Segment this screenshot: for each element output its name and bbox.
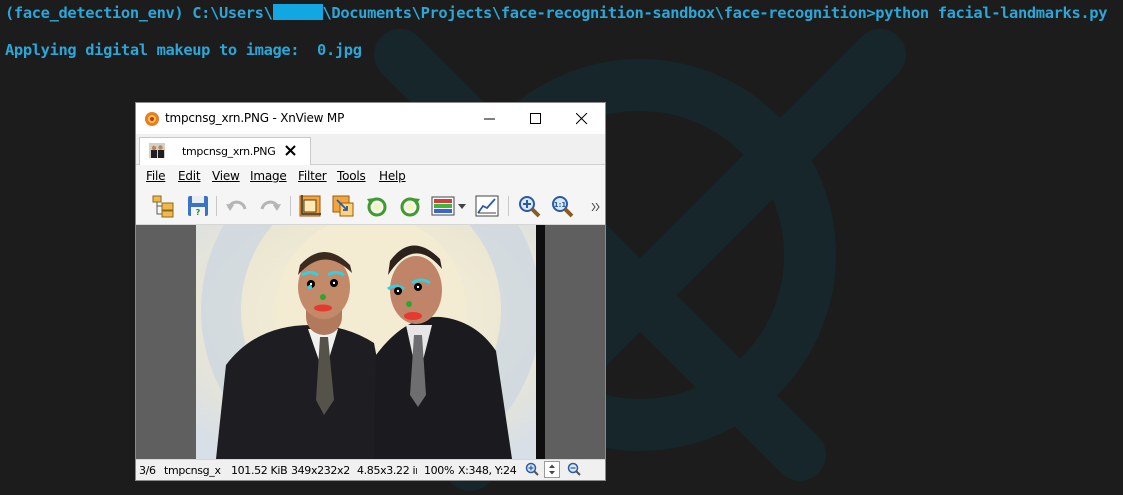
title-bar[interactable]: tmpcnsg_xrn.PNG - XnView MP xyxy=(136,103,605,134)
menu-file[interactable]: File xyxy=(146,169,165,183)
menu-filter[interactable]: Filter xyxy=(298,169,327,183)
menu-image[interactable]: Image xyxy=(250,169,287,183)
xnview-app-icon xyxy=(145,112,159,126)
toolbar-separator xyxy=(508,196,509,216)
menu-help[interactable]: Help xyxy=(379,169,406,183)
status-coords: X:348, Y:24 xyxy=(458,464,517,477)
status-bar: 3/6 tmpcnsg_xrn.PNG 101.52 KiB 349x232x2… xyxy=(136,459,605,480)
menu-view[interactable]: View xyxy=(212,169,240,183)
maximize-icon xyxy=(530,113,541,124)
tab-bar: tmpcnsg_xrn.PNG xyxy=(136,134,605,165)
xnview-window[interactable]: tmpcnsg_xrn.PNG - XnView MP tmpcnsg_xrn.… xyxy=(136,103,605,480)
status-print-size: 4.85x3.22 in xyxy=(357,464,417,477)
status-dimensions: 349x232x24 xyxy=(291,464,350,477)
rotate-left-icon[interactable] xyxy=(365,194,389,218)
output-line: Applying digital makeup to image: 0.jpg xyxy=(5,41,362,59)
tab-close-icon[interactable] xyxy=(285,145,297,157)
command-text: python facial-landmarks.py xyxy=(875,4,1108,22)
tab-image[interactable]: tmpcnsg_xrn.PNG xyxy=(139,137,311,165)
path-suffix: \Documents\Projects\face-recognition-san… xyxy=(322,4,876,22)
status-filename: tmpcnsg_xrn.PNG xyxy=(164,464,221,477)
adjust-dropdown-icon[interactable] xyxy=(458,204,466,209)
minimize-icon xyxy=(484,118,495,120)
adjust-icon[interactable] xyxy=(431,194,455,218)
maximize-button[interactable] xyxy=(513,103,559,134)
save-icon[interactable]: ? xyxy=(186,194,210,218)
zoom-stepper-icon[interactable] xyxy=(544,461,560,478)
rotate-right-icon[interactable] xyxy=(398,194,422,218)
close-icon xyxy=(576,113,588,125)
command-line: (face_detection_env) C:\Users\ \Documents… xyxy=(5,4,1107,22)
status-index: 3/6 xyxy=(139,464,156,477)
image-viewer[interactable] xyxy=(136,225,605,459)
redo-icon[interactable] xyxy=(258,194,282,218)
status-filesize: 101.52 KiB xyxy=(231,464,288,477)
toolbar-separator xyxy=(216,196,217,216)
minimize-button[interactable] xyxy=(467,103,513,134)
prompt-env: (face_detection_env) xyxy=(5,4,184,22)
resize-icon[interactable] xyxy=(331,194,355,218)
status-zoom-out-icon[interactable] xyxy=(567,462,581,476)
toolbar: ? 1:1 xyxy=(136,187,605,225)
toolbar-separator xyxy=(290,196,291,216)
crop-icon[interactable] xyxy=(298,194,322,218)
menu-bar: File Edit View Image Filter Tools Help xyxy=(136,165,605,187)
zoom-fit-icon[interactable]: 1:1 xyxy=(550,194,574,218)
status-zoom-in-icon[interactable] xyxy=(525,462,539,476)
levels-icon[interactable] xyxy=(475,194,499,218)
window-title: tmpcnsg_xrn.PNG - XnView MP xyxy=(165,111,345,125)
more-icon[interactable] xyxy=(591,203,601,211)
close-button[interactable] xyxy=(559,103,605,134)
svg-text:1:1: 1:1 xyxy=(554,201,567,209)
menu-tools[interactable]: Tools xyxy=(337,169,366,183)
photo-image xyxy=(196,225,545,459)
undo-icon[interactable] xyxy=(225,194,249,218)
tab-label: tmpcnsg_xrn.PNG xyxy=(182,145,276,158)
svg-text:?: ? xyxy=(196,208,201,217)
menu-edit[interactable]: Edit xyxy=(178,169,201,183)
path-prefix: C:\Users\ xyxy=(192,4,273,22)
zoom-in-icon[interactable] xyxy=(517,194,541,218)
redacted-username xyxy=(272,4,323,20)
browser-icon[interactable] xyxy=(152,194,176,218)
tab-thumbnail xyxy=(149,143,165,158)
status-zoom: 100% xyxy=(424,464,454,477)
